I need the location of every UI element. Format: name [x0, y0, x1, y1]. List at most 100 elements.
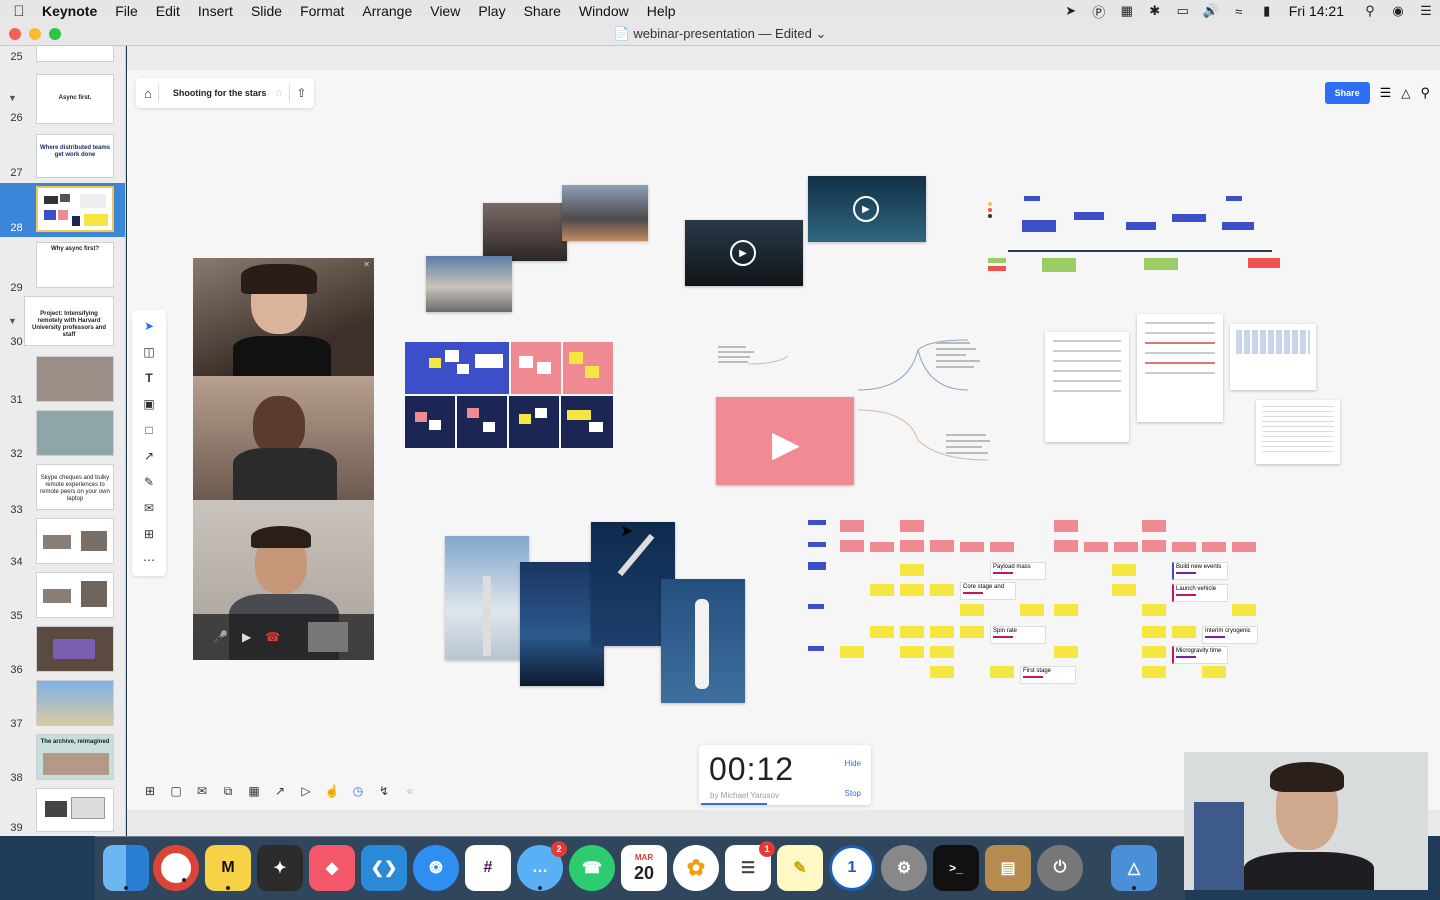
sticky-note[interactable] — [1142, 540, 1166, 552]
sticky-note[interactable] — [930, 666, 954, 678]
sticky-note[interactable] — [1202, 666, 1226, 678]
notification-center-icon[interactable]: ☰ — [1412, 0, 1440, 22]
microphone-icon[interactable]: 🎤 — [213, 630, 228, 644]
close-icon[interactable]: ✕ — [363, 260, 370, 269]
slide-thumbnail[interactable]: The archive, reimagined — [36, 734, 114, 780]
sticky-note[interactable] — [870, 626, 894, 638]
timer-icon[interactable]: ◷ — [348, 781, 368, 801]
slide-thumbnail[interactable] — [36, 186, 114, 232]
slide-thumbnail[interactable]: Project: Intensifying remotely with Harv… — [24, 296, 114, 346]
battery-icon[interactable]: ▮ — [1253, 0, 1281, 22]
rocket-image[interactable] — [483, 203, 567, 261]
menu-slide[interactable]: Slide — [242, 3, 291, 19]
sticky-cluster[interactable] — [405, 342, 509, 394]
document-preview[interactable] — [1137, 314, 1223, 422]
sticky-note[interactable] — [519, 356, 533, 368]
sticky-note[interactable] — [900, 520, 924, 532]
sticky-note[interactable] — [1054, 520, 1078, 532]
menu-insert[interactable]: Insert — [189, 3, 242, 19]
sticky-note[interactable] — [585, 366, 599, 378]
slide-item[interactable]: 36 — [0, 624, 125, 678]
milestone-card[interactable] — [1022, 220, 1056, 232]
camera-icon[interactable]: ▶ — [242, 630, 251, 644]
sticky-note[interactable] — [589, 422, 603, 432]
sticky-note[interactable] — [1112, 564, 1136, 576]
sticky-cluster[interactable] — [509, 396, 559, 448]
photos-icon[interactable]: ✿ — [673, 845, 719, 891]
menu-clock[interactable]: Fri 14:21 — [1281, 3, 1356, 19]
reminders-icon[interactable]: ☰ 1 — [725, 841, 775, 891]
milestone-card[interactable] — [1042, 258, 1076, 272]
sticky-note[interactable] — [900, 540, 924, 552]
slide-item[interactable]: 37 — [0, 678, 125, 732]
sticky-note[interactable] — [415, 412, 427, 422]
kanban-icon[interactable]: ▦ — [244, 781, 264, 801]
notes-icon[interactable]: ✎ — [777, 845, 823, 891]
terminal-icon[interactable]: >_ — [933, 845, 979, 891]
disclosure-triangle-icon[interactable]: ▼ — [8, 316, 17, 326]
bluetooth-icon[interactable]: ✱ — [1141, 0, 1169, 22]
rocket-image[interactable] — [562, 185, 648, 241]
sticky-note[interactable] — [535, 408, 547, 418]
roadmap-timeline[interactable] — [980, 192, 1280, 292]
sticky-cluster[interactable] — [457, 396, 507, 448]
select-cursor-icon[interactable]: ➤ — [141, 318, 157, 334]
calendar-icon[interactable]: MAR 20 — [621, 845, 667, 891]
slide-thumbnail[interactable]: Async first. — [36, 74, 114, 124]
stop-timer-button[interactable]: Stop — [845, 789, 861, 798]
sketch-app-icon[interactable]: ◆ — [309, 845, 355, 891]
milestone-card[interactable] — [1172, 214, 1206, 222]
share-button[interactable]: Share — [1324, 82, 1370, 104]
sticky-note[interactable] — [467, 408, 479, 418]
spreadsheet-preview[interactable] — [1230, 324, 1316, 390]
slide-thumbnail[interactable] — [36, 356, 114, 402]
task-card[interactable]: Launch vehicle — [1172, 584, 1228, 602]
menu-play[interactable]: Play — [469, 3, 514, 19]
sticky-note-icon[interactable]: ▣ — [141, 396, 157, 412]
collapse-icon[interactable]: « — [400, 781, 420, 801]
space-video-thumbnail[interactable]: ▶ — [808, 176, 926, 242]
onepassword-app-icon[interactable]: 1 — [829, 845, 875, 891]
slide-item[interactable]: 27 Where distributed teams get work done — [0, 132, 125, 182]
vote-icon[interactable]: ☝ — [322, 781, 342, 801]
menu-file[interactable]: File — [106, 3, 147, 19]
figma-icon[interactable]: ✦ — [257, 845, 303, 891]
chrome-icon[interactable] — [153, 845, 199, 891]
safari-icon[interactable]: ❂ — [413, 845, 459, 891]
learning-cap-icon[interactable]: △ — [1401, 86, 1410, 100]
sticky-note[interactable] — [475, 354, 503, 368]
more-tools-icon[interactable]: ⋯ — [141, 552, 157, 568]
slide-thumbnail[interactable] — [36, 572, 114, 618]
sticky-note[interactable] — [1142, 520, 1166, 532]
play-icon[interactable]: ▶ — [730, 240, 756, 266]
slide-item[interactable]: 32 — [0, 408, 125, 462]
sticky-note[interactable] — [569, 352, 583, 364]
connector-arrow-icon[interactable]: ↗ — [141, 448, 157, 464]
sticky-note[interactable] — [567, 410, 591, 420]
task-card[interactable]: Core stage and — [960, 582, 1016, 600]
rocket-image[interactable] — [661, 579, 745, 703]
sticky-note[interactable] — [930, 626, 954, 638]
slide-item[interactable]: 29 Why async first? — [0, 240, 125, 296]
sticky-note[interactable] — [429, 358, 441, 368]
frame-icon[interactable]: ⊞ — [141, 526, 157, 542]
sticky-note[interactable] — [1112, 584, 1136, 596]
document-preview[interactable] — [1045, 332, 1129, 442]
sticky-note[interactable] — [840, 520, 864, 532]
menu-window[interactable]: Window — [570, 3, 638, 19]
space-video-thumbnail[interactable]: ▶ — [685, 220, 803, 286]
volume-icon[interactable]: 🔊 — [1197, 0, 1225, 22]
milestone-card[interactable] — [1126, 222, 1156, 230]
slide-navigator[interactable]: 25 ▼ 26 Async first. 27 Where distribute… — [0, 46, 126, 836]
sticky-note[interactable] — [1232, 542, 1256, 552]
sticky-cluster[interactable] — [563, 342, 613, 394]
milestone-card[interactable] — [1074, 212, 1104, 220]
menu-format[interactable]: Format — [291, 3, 353, 19]
spreadsheet-preview[interactable] — [1256, 400, 1340, 464]
sticky-note[interactable] — [519, 414, 531, 424]
comments-icon[interactable]: ✉ — [192, 781, 212, 801]
sticky-note[interactable] — [1142, 626, 1166, 638]
slack-icon[interactable]: # — [465, 845, 511, 891]
comment-icon[interactable]: ✉ — [141, 500, 157, 516]
sticky-note[interactable] — [900, 564, 924, 576]
